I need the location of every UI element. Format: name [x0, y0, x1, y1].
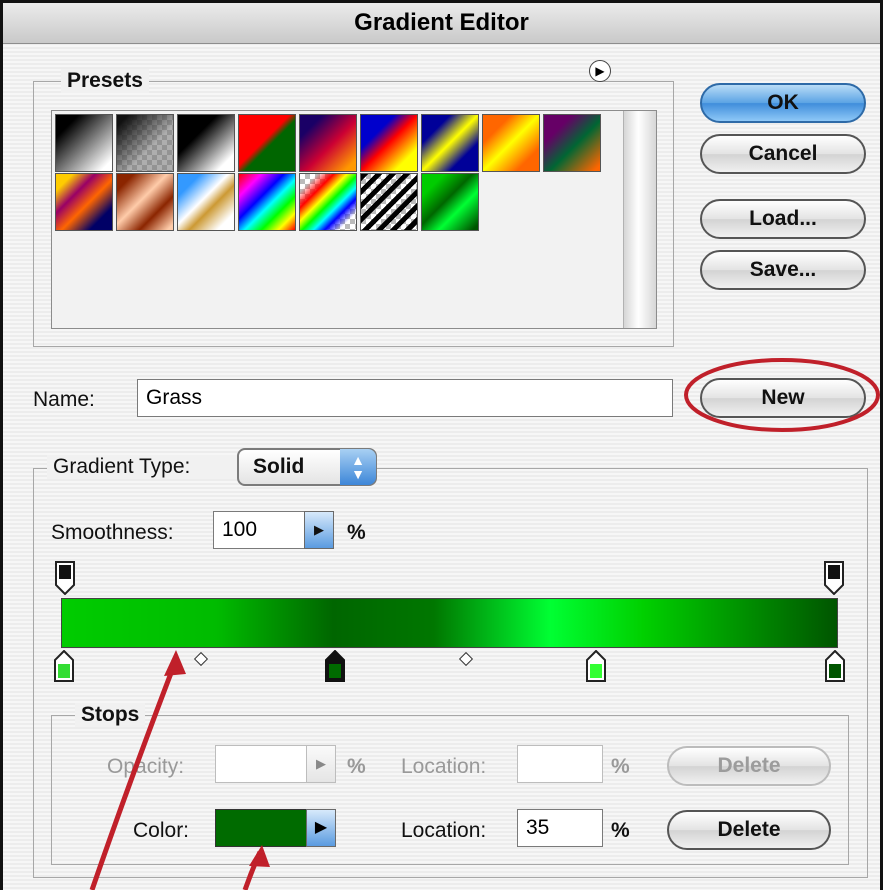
annotation-circle: [684, 358, 880, 432]
annotation-arrow-1-head: [164, 650, 186, 676]
annotation-arrow-2-head: [249, 845, 270, 867]
annotation-overlay: [89, 358, 880, 890]
annotation-arrow-1: [89, 659, 179, 890]
